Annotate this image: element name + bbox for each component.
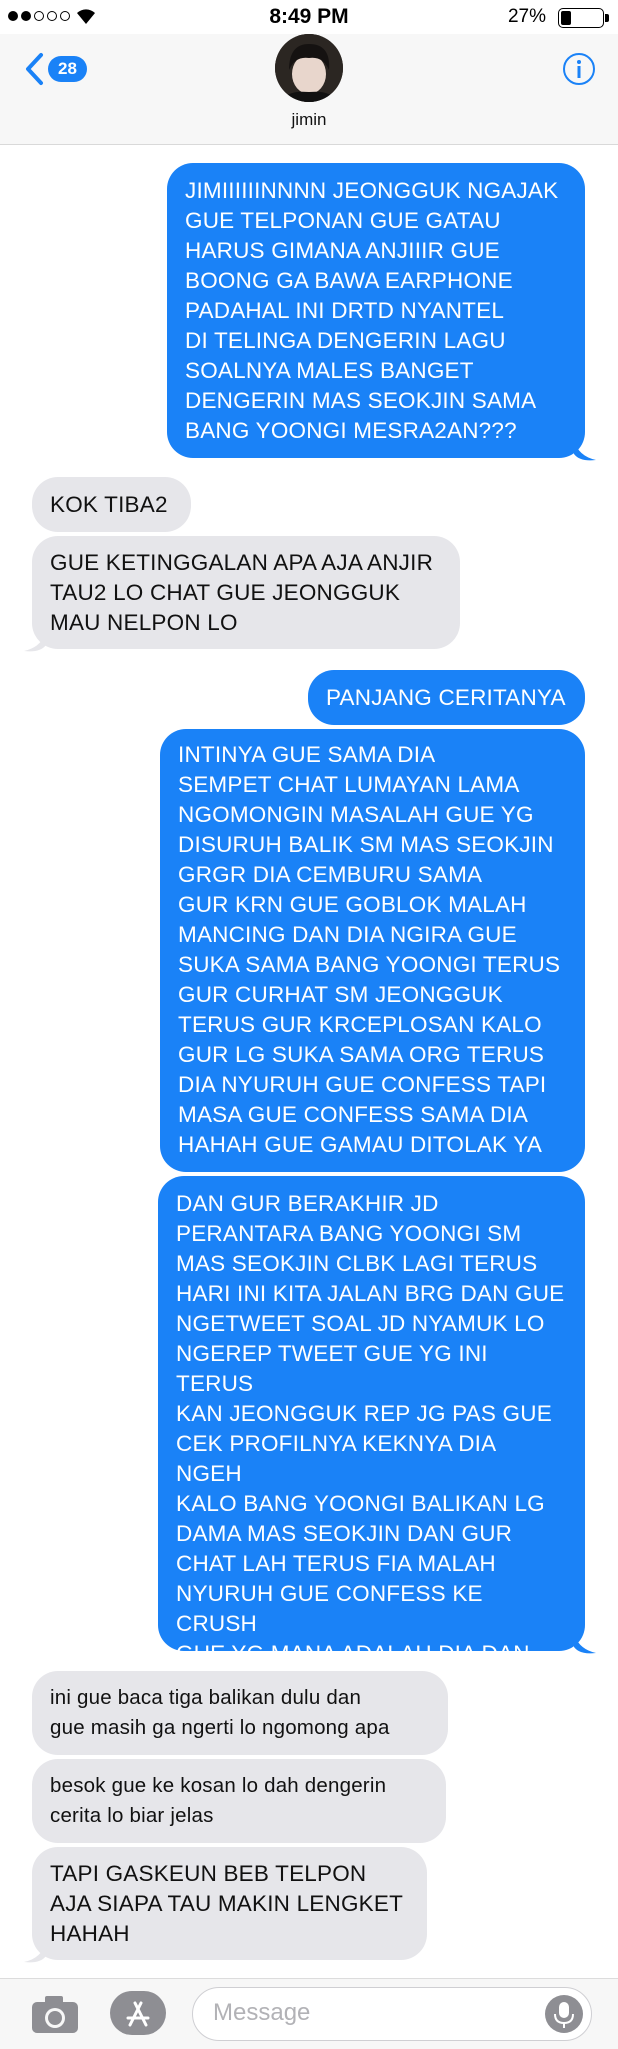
avatar-photo bbox=[275, 34, 343, 102]
bubble-tail bbox=[24, 631, 46, 652]
microphone-icon bbox=[554, 2002, 574, 2028]
message-input[interactable] bbox=[211, 1998, 515, 2028]
app-store-icon bbox=[126, 2001, 150, 2027]
message-bubble-sent[interactable]: DAN GUR BERAKHIR JD PERANTARA BANG YOONG… bbox=[158, 1176, 585, 1726]
message-bubble-received[interactable]: besok gue ke kosan lo dah dengerin cerit… bbox=[32, 1759, 446, 1843]
unread-count-badge: 28 bbox=[48, 56, 87, 82]
back-chevron-icon bbox=[26, 53, 43, 85]
message-input-field[interactable] bbox=[192, 1987, 592, 2041]
message-bubble-received[interactable]: TAPI GASKEUN BEB TELPON AJA SIAPA TAU MA… bbox=[32, 1847, 427, 1960]
info-icon[interactable] bbox=[562, 52, 596, 86]
contact-name[interactable]: jimin bbox=[0, 110, 618, 130]
status-bar: 8:49 PM 27% bbox=[0, 0, 618, 34]
bubble-tail bbox=[24, 1942, 46, 1963]
battery-icon bbox=[558, 8, 609, 28]
conversation-header: 28 jimin bbox=[0, 34, 618, 145]
compose-bar bbox=[0, 1978, 618, 2049]
microphone-button[interactable] bbox=[545, 1995, 583, 2033]
message-bubble-sent[interactable]: JIMIIIIIINNNN JEONGGUK NGAJAK GUE TELPON… bbox=[167, 163, 585, 458]
camera-icon[interactable] bbox=[30, 1993, 80, 2035]
contact-avatar[interactable] bbox=[275, 34, 343, 102]
message-bubble-sent[interactable]: INTINYA GUE SAMA DIA SEMPET CHAT LUMAYAN… bbox=[160, 729, 585, 1172]
back-button[interactable]: 28 bbox=[24, 52, 87, 86]
bubble-tail bbox=[574, 1633, 596, 1654]
bubble-tail bbox=[574, 440, 596, 461]
message-bubble-received[interactable]: GUE KETINGGALAN APA AJA ANJIR TAU2 LO CH… bbox=[32, 536, 460, 649]
message-bubble-received[interactable]: KOK TIBA2 bbox=[32, 477, 191, 532]
battery-percentage: 27% bbox=[507, 6, 546, 27]
message-bubble-sent[interactable]: PANJANG CERITANYA bbox=[308, 670, 585, 725]
message-bubble-received[interactable]: ini gue baca tiga balikan dulu dan gue m… bbox=[32, 1671, 448, 1755]
app-store-button[interactable] bbox=[110, 1991, 166, 2035]
